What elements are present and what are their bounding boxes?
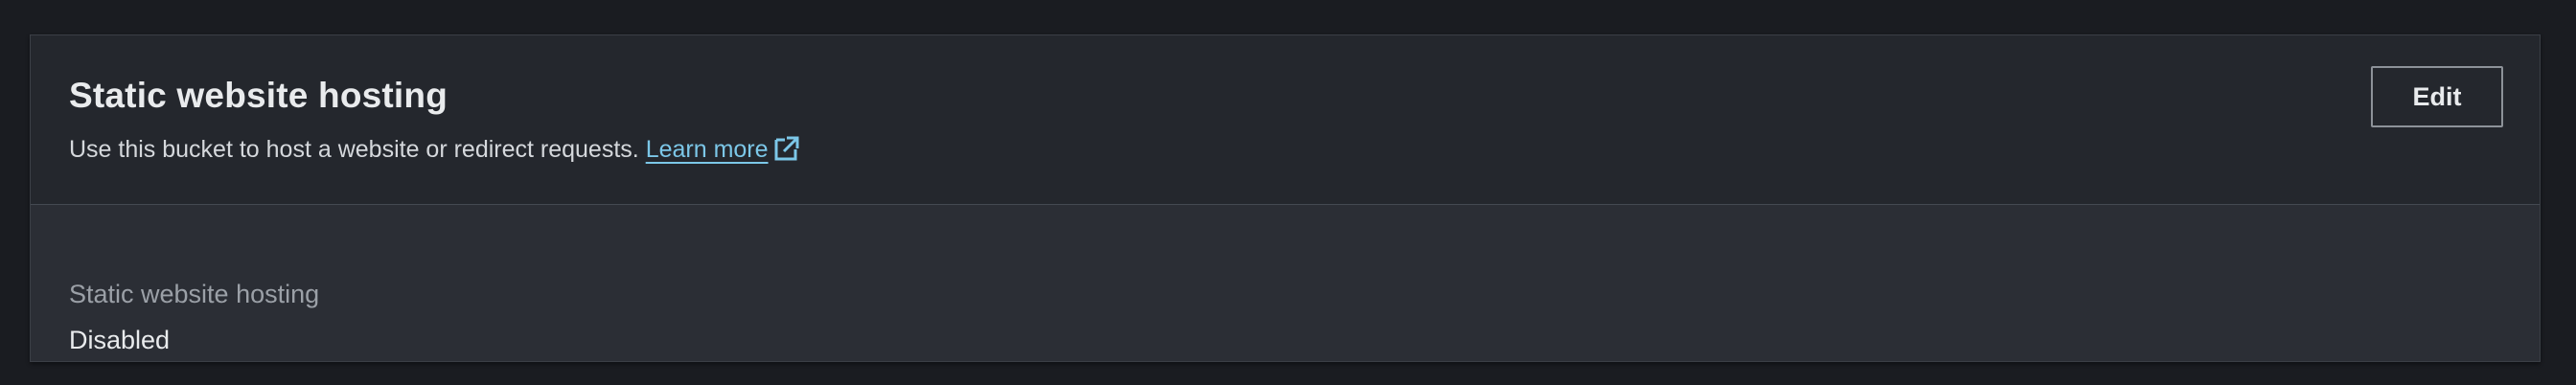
panel-header: Static website hosting Use this bucket t… — [31, 35, 2540, 205]
description-text: Use this bucket to host a website or red… — [69, 136, 639, 163]
static-website-hosting-panel: Static website hosting Use this bucket t… — [30, 34, 2541, 362]
edit-button[interactable]: Edit — [2371, 66, 2503, 127]
learn-more-link[interactable]: Learn more — [646, 136, 769, 163]
section-title: Static website hosting — [69, 76, 448, 115]
section-description: Use this bucket to host a website or red… — [69, 133, 799, 166]
panel-body: Static website hosting Disabled — [31, 205, 2540, 363]
external-link-icon[interactable] — [772, 135, 799, 162]
hosting-status-value: Disabled — [69, 326, 171, 354]
hosting-status-label: Static website hosting — [69, 280, 320, 308]
